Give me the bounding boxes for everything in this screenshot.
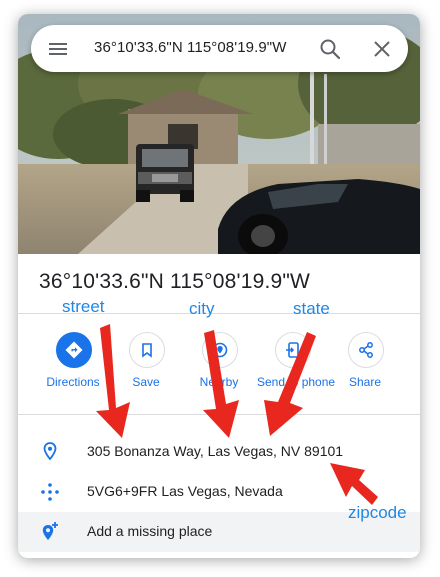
action-buttons: Directions Save Nearby Send to phone Sha…	[18, 332, 420, 410]
location-pin-icon	[38, 440, 62, 464]
share-label: Share	[348, 375, 382, 389]
annotation-street: street	[62, 297, 105, 316]
nearby-button[interactable]: Nearby	[184, 332, 258, 404]
divider	[18, 414, 420, 415]
directions-label: Directions	[46, 375, 100, 389]
search-bar[interactable]: 36°10'33.6"N 115°08'19.9"W	[31, 25, 408, 72]
directions-icon	[56, 332, 92, 368]
nearby-label: Nearby	[199, 375, 239, 389]
annotation-city: city	[189, 299, 215, 318]
save-button[interactable]: Save	[111, 332, 185, 404]
send-to-phone-button[interactable]: Send to phone	[257, 332, 336, 404]
bookmark-icon	[129, 332, 165, 368]
send-to-phone-label: Send to phone	[257, 375, 336, 389]
search-input[interactable]: 36°10'33.6"N 115°08'19.9"W	[94, 39, 287, 56]
annotation-zipcode: zipcode	[348, 503, 407, 522]
nearby-icon	[202, 332, 238, 368]
place-title: 36°10'33.6"N 115°08'19.9"W	[39, 270, 311, 293]
share-button[interactable]: Share	[330, 332, 404, 404]
save-label: Save	[132, 375, 160, 389]
share-icon	[348, 332, 384, 368]
send-to-phone-icon	[275, 332, 311, 368]
add-place-icon	[38, 520, 62, 544]
annotation-state: state	[293, 299, 330, 318]
plus-code-text: 5VG6+9FR Las Vegas, Nevada	[87, 483, 283, 499]
add-missing-place-text: Add a missing place	[87, 523, 213, 539]
address-text: 305 Bonanza Way, Las Vegas, NV 89101	[87, 443, 344, 459]
directions-button[interactable]: Directions	[38, 332, 112, 404]
place-card: 36°10'33.6"N 115°08'19.9"W 36°10'33.6"N …	[18, 14, 420, 558]
plus-code-icon	[38, 480, 62, 504]
search-icon[interactable]	[317, 36, 343, 62]
hamburger-menu-icon[interactable]	[45, 36, 71, 62]
close-icon[interactable]	[369, 36, 395, 62]
address-row[interactable]: 305 Bonanza Way, Las Vegas, NV 89101	[18, 432, 420, 472]
